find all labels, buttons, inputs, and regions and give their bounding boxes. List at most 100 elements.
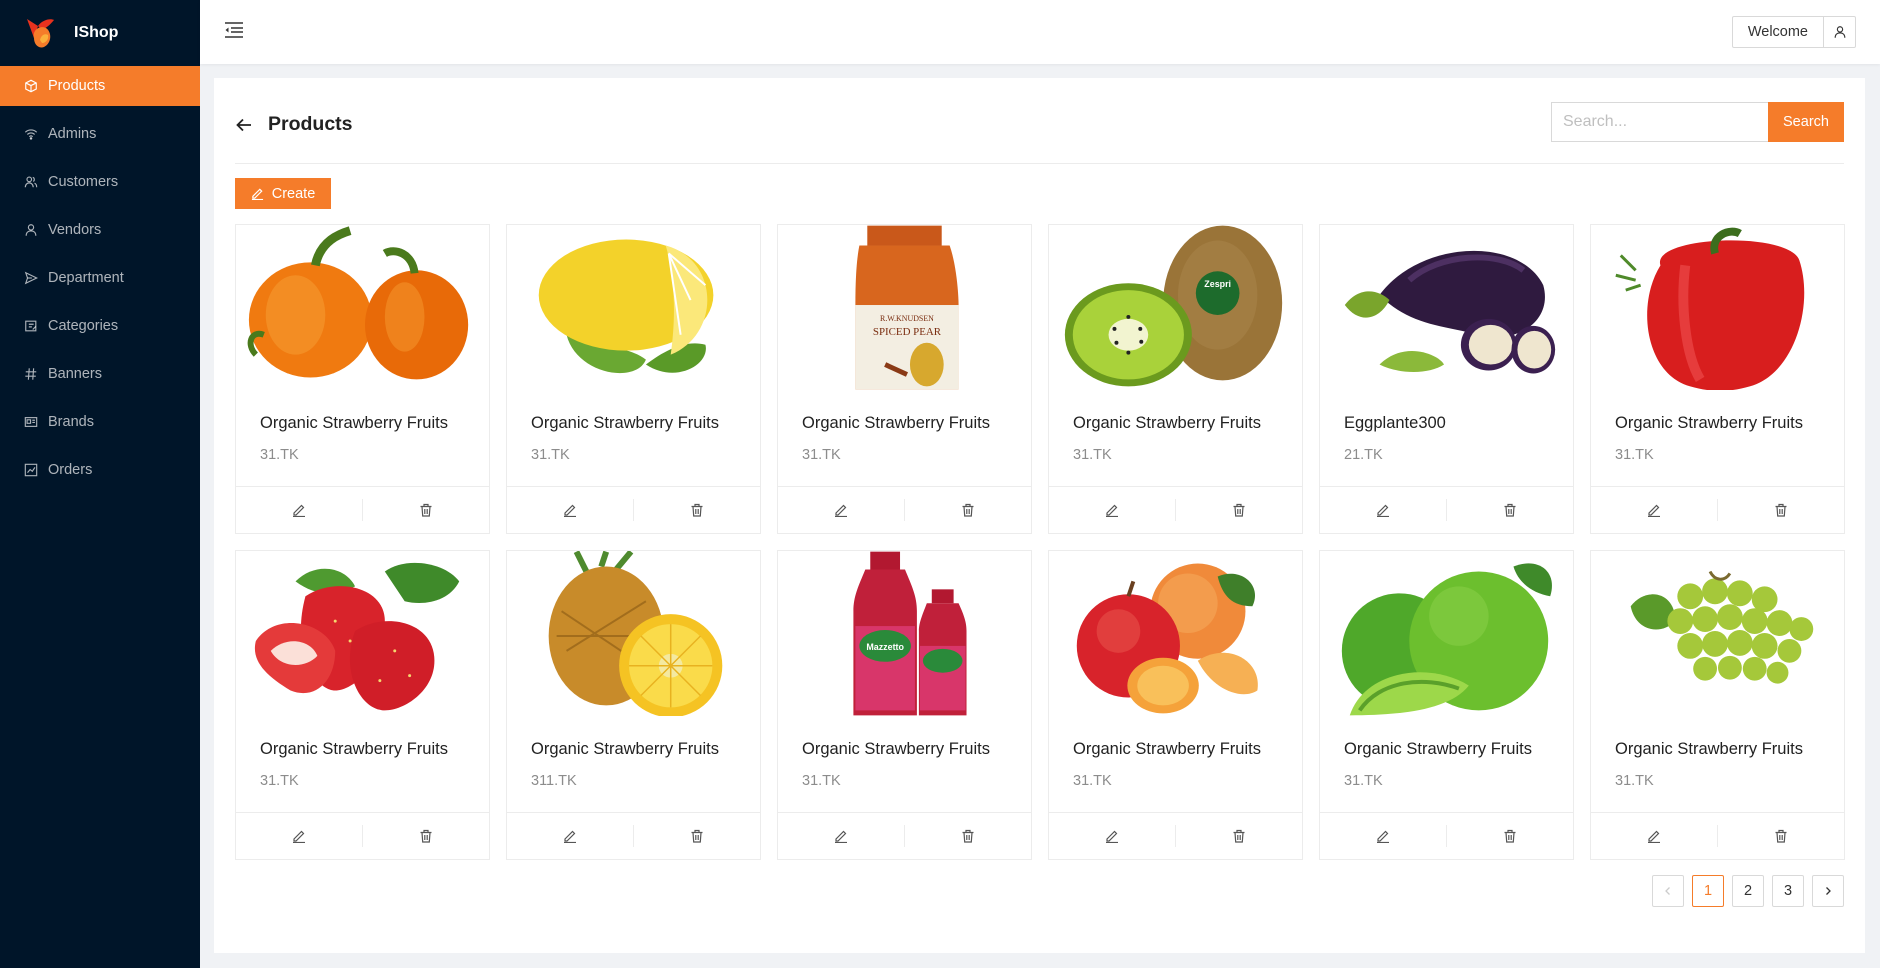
create-button[interactable]: Create [235, 178, 331, 209]
product-card[interactable]: Eggplante300 21.TK [1319, 224, 1574, 534]
product-card[interactable]: Organic Strawberry Fruits 31.TK [506, 224, 761, 534]
product-card-body: Organic Strawberry Fruits 31.TK [778, 716, 1031, 813]
edit-icon [835, 830, 847, 843]
sidebar-item-banners[interactable]: Banners [0, 354, 200, 394]
page-button-2[interactable]: 2 [1732, 875, 1764, 907]
delete-button[interactable] [1717, 499, 1844, 521]
edit-button[interactable] [1320, 499, 1446, 521]
edit-button[interactable] [778, 825, 904, 847]
product-name: Eggplante300 [1344, 414, 1446, 432]
product-card[interactable]: R.W.KNUDSEN SPICED PEAR Organic Strawber… [777, 224, 1032, 534]
edit-button[interactable] [1049, 825, 1175, 847]
chevron-right-icon [1826, 887, 1831, 895]
product-price: 31.TK [1073, 447, 1112, 463]
edit-button[interactable] [1591, 825, 1717, 847]
product-price: 31.TK [1073, 773, 1112, 789]
sidebar-item-categories[interactable]: Categories [0, 306, 200, 346]
edit-button[interactable] [1320, 825, 1446, 847]
product-name: Organic Strawberry Fruits [1073, 414, 1261, 432]
user-icon [25, 224, 37, 236]
delete-button[interactable] [1717, 825, 1844, 847]
edit-button[interactable] [507, 825, 633, 847]
page-header: Products Search [235, 102, 1844, 164]
product-name: Organic Strawberry Fruits [1615, 740, 1803, 758]
sidebar-item-admins[interactable]: Admins [0, 114, 200, 154]
product-actions [1591, 813, 1844, 859]
arrow-left-icon[interactable] [235, 116, 253, 134]
sidebar-item-label: Department [48, 270, 124, 286]
product-card-body: Organic Strawberry Fruits 31.TK [1591, 390, 1844, 487]
product-card[interactable]: Organic Strawberry Fruits 31.TK [235, 224, 490, 534]
edit-button[interactable] [778, 499, 904, 521]
pagination: 1 2 3 [1652, 875, 1844, 907]
product-card[interactable]: Zespri Organic Strawberry Fruits 31.TK [1048, 224, 1303, 534]
edit-button[interactable] [507, 499, 633, 521]
page-title: Products [268, 113, 353, 135]
edit-button[interactable] [236, 499, 362, 521]
page-button-1[interactable]: 1 [1692, 875, 1724, 907]
menu-fold-icon[interactable] [224, 20, 244, 40]
delete-button[interactable] [1446, 825, 1573, 847]
sidebar-item-brands[interactable]: Brands [0, 402, 200, 442]
sidebar-item-products[interactable]: Products [0, 66, 200, 106]
product-image-red-pepper [1591, 225, 1844, 390]
product-actions [778, 813, 1031, 859]
welcome-button[interactable]: Welcome [1731, 16, 1824, 48]
edit-button[interactable] [1591, 499, 1717, 521]
trash-icon [1233, 503, 1245, 517]
delete-button[interactable] [904, 825, 1031, 847]
sidebar-item-label: Categories [48, 318, 119, 334]
chart-icon [24, 463, 38, 477]
delete-button[interactable] [362, 825, 489, 847]
delete-button[interactable] [1175, 499, 1302, 521]
search-button[interactable]: Search [1768, 102, 1844, 142]
product-card[interactable]: Organic Strawberry Fruits 31.TK [1319, 550, 1574, 860]
sidebar-item-customers[interactable]: Customers [0, 162, 200, 202]
product-image-strawberry [236, 551, 489, 716]
sidebar-item-orders[interactable]: Orders [0, 450, 200, 490]
sidebar: IShop Products Admins Customers Vendors … [0, 0, 200, 968]
sidebar-item-label: Orders [48, 462, 93, 478]
delete-button[interactable] [633, 499, 760, 521]
product-card-body: Organic Strawberry Fruits 31.TK [1049, 390, 1302, 487]
delete-button[interactable] [1446, 499, 1573, 521]
sidebar-item-department[interactable]: Department [0, 258, 200, 298]
product-image-eggplant [1320, 225, 1573, 390]
juice-brand-label: Mazzetto [866, 642, 904, 652]
sidebar-item-label: Brands [48, 414, 94, 430]
edit-button[interactable] [1049, 499, 1175, 521]
product-actions [236, 813, 489, 859]
product-card[interactable]: Organic Strawberry Fruits 31.TK [1590, 550, 1845, 860]
page-button-3[interactable]: 3 [1772, 875, 1804, 907]
product-actions [1049, 487, 1302, 533]
delete-button[interactable] [362, 499, 489, 521]
product-card[interactable]: Organic Strawberry Fruits 31.TK [1590, 224, 1845, 534]
delete-button[interactable] [1175, 825, 1302, 847]
sidebar-item-vendors[interactable]: Vendors [0, 210, 200, 250]
kiwi-brand-label: Zespri [1204, 279, 1231, 289]
box-icon [25, 79, 37, 93]
search-input[interactable] [1551, 102, 1768, 142]
edit-button[interactable] [236, 825, 362, 847]
product-actions [236, 487, 489, 533]
product-card[interactable]: Mazzetto Organic Strawberry Fruits 31.TK [777, 550, 1032, 860]
product-card[interactable]: Organic Strawberry Fruits 31.TK [235, 550, 490, 860]
create-button-label: Create [271, 185, 316, 202]
user-avatar-button[interactable] [1824, 16, 1856, 48]
product-card[interactable]: Organic Strawberry Fruits 31.TK [1048, 550, 1303, 860]
prev-page-button[interactable] [1652, 875, 1684, 907]
search-bar: Search [1551, 102, 1844, 142]
brand-logo-icon [27, 19, 54, 48]
product-card[interactable]: Organic Strawberry Fruits 311.TK [506, 550, 761, 860]
edit-icon [251, 188, 263, 200]
delete-button[interactable] [633, 825, 760, 847]
product-actions [1591, 487, 1844, 533]
jar-brand-label: R.W.KNUDSEN [880, 314, 934, 323]
brand[interactable]: IShop [0, 0, 200, 66]
next-page-button[interactable] [1812, 875, 1844, 907]
delete-button[interactable] [904, 499, 1031, 521]
wifi-icon [24, 129, 38, 140]
product-card-body: Organic Strawberry Fruits 31.TK [1320, 716, 1573, 813]
product-price: 311.TK [531, 773, 577, 789]
product-card-body: Organic Strawberry Fruits 31.TK [507, 390, 760, 487]
